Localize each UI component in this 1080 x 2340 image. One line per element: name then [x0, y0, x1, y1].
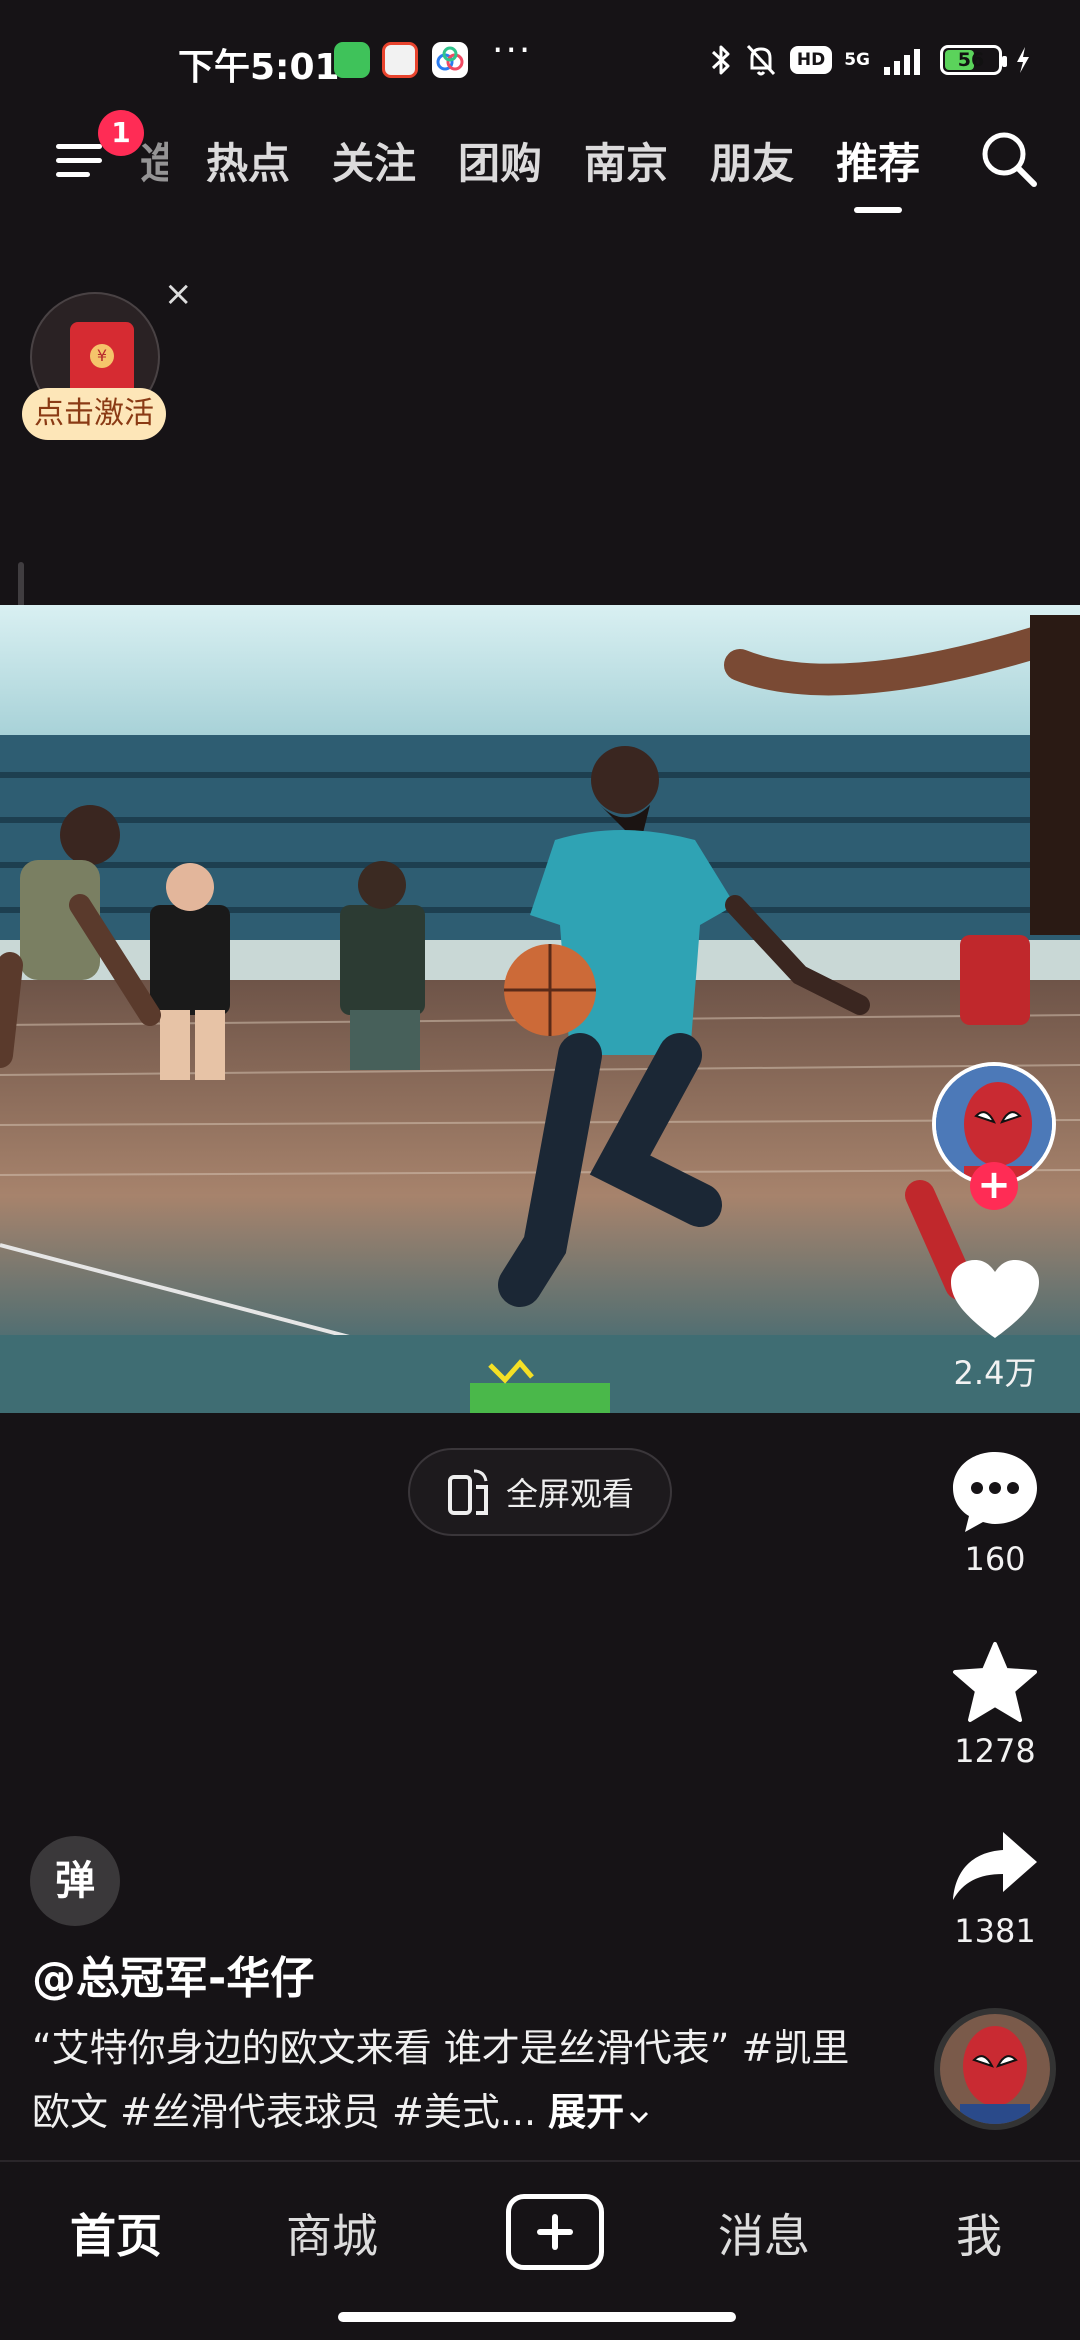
mute-bell-icon [746, 44, 775, 76]
music-disc-icon[interactable] [934, 2008, 1056, 2130]
nav-mall[interactable]: 商城 [286, 2200, 378, 2266]
create-button[interactable] [506, 2194, 604, 2270]
comment-button[interactable]: 160 [940, 1448, 1050, 1578]
star-icon [953, 1642, 1037, 1722]
network-type: 5G [844, 50, 870, 70]
nav-me[interactable]: 我 [956, 2200, 1002, 2266]
danmaku-toggle[interactable]: 弹 [30, 1836, 120, 1926]
tab-friends[interactable]: 朋友 [710, 130, 794, 191]
favorite-count: 1278 [954, 1732, 1036, 1770]
fullscreen-label: 全屏观看 [505, 1475, 634, 1513]
comment-count: 160 [964, 1540, 1026, 1578]
like-count: 2.4万 [953, 1354, 1037, 1392]
nav-messages[interactable]: 消息 [718, 2200, 810, 2266]
hd-badge: HD [789, 46, 833, 74]
tab-hot[interactable]: 热点 [206, 130, 290, 191]
fullscreen-button[interactable]: 全屏观看 [408, 1448, 672, 1536]
share-count: 1381 [954, 1912, 1036, 1950]
battery-level: 56 [957, 49, 985, 71]
tab-following[interactable]: 关注 [332, 130, 416, 191]
tab-group-buy[interactable]: 团购 [458, 130, 542, 191]
video-player[interactable] [0, 605, 1080, 1413]
video-frame [0, 605, 1080, 1413]
58-app-icon [382, 42, 418, 78]
charging-icon [1017, 47, 1029, 73]
post-description[interactable]: “艾特你身边的欧文来看 谁才是丝滑代表” #凯里欧文 #丝滑代表球员 #美式..… [32, 2016, 872, 2144]
author-name[interactable]: @总冠军-华仔 [32, 1942, 314, 2006]
notification-badge: 1 [98, 110, 144, 156]
expand-link[interactable]: 展开 [548, 2090, 650, 2134]
status-bar: 下午5:01 ··· HD 5G 56 [0, 0, 1080, 120]
status-indicators: HD 5G 56 [710, 40, 1032, 80]
tab-recommended[interactable]: 推荐 [836, 130, 920, 213]
comment-icon [953, 1452, 1037, 1532]
home-indicator[interactable] [338, 2312, 736, 2322]
chevron-down-icon [630, 2111, 649, 2124]
app-screen: 下午5:01 ··· HD 5G 56 1 造 热点 关注 团购 南京 朋友 推… [0, 0, 1080, 2340]
red-packet-widget[interactable]: ¥ × 点击激活 [22, 274, 193, 454]
activate-label[interactable]: 点击激活 [22, 388, 166, 440]
share-arrow-icon [953, 1832, 1037, 1900]
feed-tabs: 热点 关注 团购 南京 朋友 推荐 [206, 130, 920, 213]
bluetooth-icon [711, 45, 730, 75]
chat-app-icon [334, 42, 370, 78]
nav-home[interactable]: 首页 [70, 2200, 162, 2266]
share-button[interactable]: 1381 [940, 1826, 1050, 1950]
signal-icon [884, 49, 920, 75]
more-notifications-icon: ··· [492, 30, 533, 71]
like-button[interactable]: 2.4万 [940, 1258, 1050, 1394]
battery-icon: 56 [940, 45, 1007, 75]
search-icon[interactable] [976, 126, 1042, 192]
follow-button[interactable]: + [970, 1162, 1018, 1210]
tab-nanjing[interactable]: 南京 [584, 130, 668, 191]
status-time: 下午5:01 [178, 47, 340, 88]
description-text: “艾特你身边的欧文来看 谁才是丝滑代表” #凯里欧文 #丝滑代表球员 #美式..… [32, 2026, 850, 2134]
top-nav: 1 造 热点 关注 团购 南京 朋友 推荐 [0, 110, 1080, 218]
rotate-screen-icon [447, 1469, 488, 1515]
favorite-button[interactable]: 1278 [940, 1640, 1050, 1770]
cloud-app-icon [432, 42, 468, 78]
tab-partial[interactable]: 造 [140, 130, 168, 191]
heart-icon [951, 1260, 1039, 1338]
close-icon[interactable]: × [164, 274, 193, 314]
